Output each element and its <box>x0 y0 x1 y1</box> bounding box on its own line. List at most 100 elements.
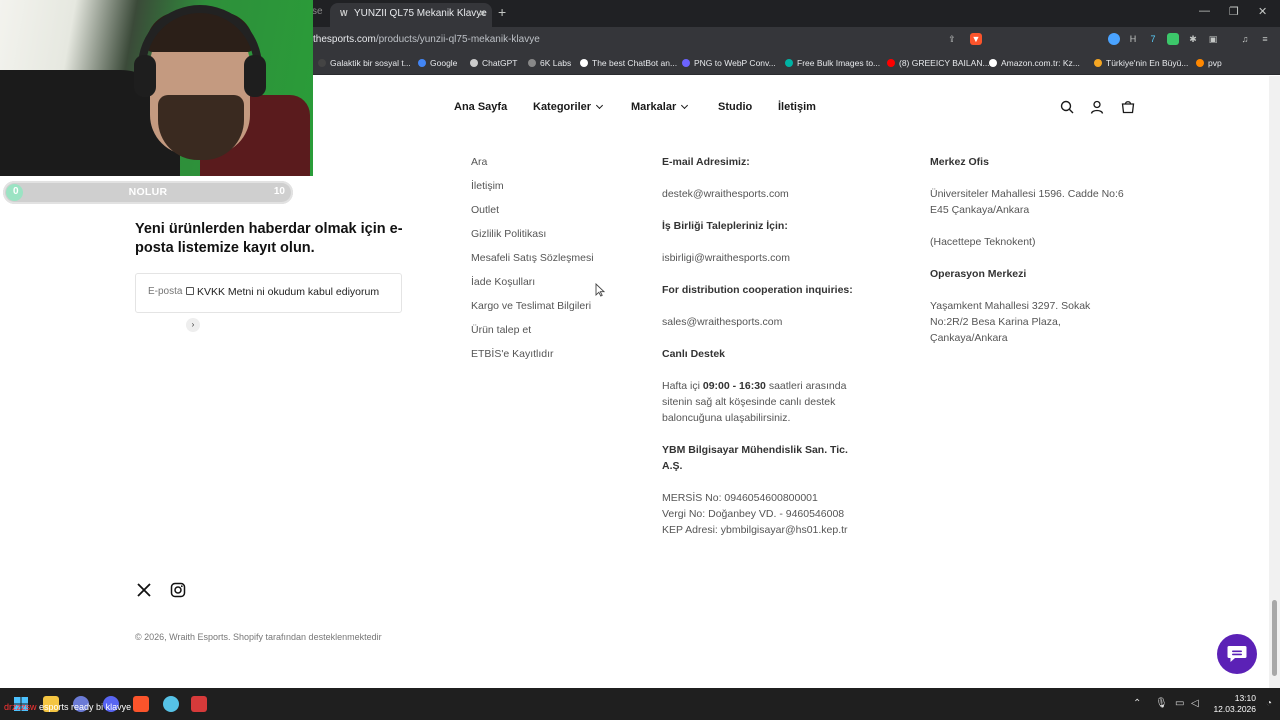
support-email[interactable]: destek@wraithesports.com <box>662 186 789 202</box>
footer-link-returns[interactable]: İade Koşulları <box>471 276 535 288</box>
media-icon[interactable]: ♫ <box>1239 33 1251 45</box>
nav-brands[interactable]: Markalar <box>631 101 689 113</box>
share-icon[interactable]: ⇪ <box>946 33 958 45</box>
restore-icon[interactable]: ❐ <box>1229 5 1239 18</box>
email-input[interactable] <box>148 286 190 297</box>
bookmark-item[interactable]: Free Bulk Images to... <box>785 58 880 68</box>
copyright-text: © 2026, Wraith Esports. Shopify tarafınd… <box>135 632 382 642</box>
nav-studio[interactable]: Studio <box>718 101 752 113</box>
hq-address: (Hacettepe Teknokent) <box>930 236 1036 248</box>
bookmark-favicon-icon <box>418 59 426 67</box>
bookmark-favicon-icon <box>989 59 997 67</box>
cart-icon[interactable] <box>1121 100 1135 114</box>
tab-close-icon[interactable]: × <box>479 6 486 20</box>
x-twitter-icon[interactable] <box>136 582 152 598</box>
extension-h-icon[interactable]: H <box>1127 33 1139 45</box>
partnership-email[interactable]: isbirligi@wraithesports.com <box>662 250 790 266</box>
bookmark-item[interactable]: ChatGPT <box>470 58 517 68</box>
live-support-text: Hafta içi 09:00 - 16:30 saatleri arasınd… <box>662 380 847 392</box>
extensions-puzzle-icon[interactable]: ✱ <box>1187 33 1199 45</box>
tab-title: YUNZII QL75 Mekanik Klavye <box>354 8 487 19</box>
network-icon[interactable]: ▭ <box>1175 698 1184 709</box>
bookmark-item[interactable]: pvp <box>1196 58 1222 68</box>
live-chat-button[interactable] <box>1217 634 1257 674</box>
kvkk-consent[interactable]: KVKK Metni ni okudum kabul ediyorum <box>186 286 379 298</box>
bookmark-item[interactable]: (8) GREEICY BAILAN... <box>887 58 990 68</box>
bookmark-label: Türkiye'nin En Büyü... <box>1106 58 1189 68</box>
newsletter-submit-button[interactable]: › <box>186 318 200 332</box>
nav-categories[interactable]: Kategoriler <box>533 101 604 113</box>
volume-icon[interactable]: ◁ <box>1191 698 1199 709</box>
bookmark-label: The best ChatBot an... <box>592 58 678 68</box>
bookmark-label: (8) GREEICY BAILAN... <box>899 58 990 68</box>
bookmark-label: PNG to WebP Conv... <box>694 58 776 68</box>
mersis-number: MERSİS No: 0946054600800001 <box>662 492 818 504</box>
extension-7-icon[interactable]: 7 <box>1147 33 1159 45</box>
bookmark-item[interactable]: Türkiye'nin En Büyü... <box>1094 58 1188 68</box>
brave-browser-icon[interactable] <box>133 696 149 712</box>
bookmark-label: 6K Labs <box>540 58 572 68</box>
minimize-icon[interactable]: — <box>1199 5 1210 17</box>
tab-favicon-icon: W <box>340 9 348 18</box>
footer-link-privacy[interactable]: Gizlilik Politikası <box>471 228 546 240</box>
kep-address: KEP Adresi: ybmbilgisayar@hs01.kep.tr <box>662 524 848 536</box>
footer-link-shipping[interactable]: Kargo ve Teslimat Bilgileri <box>471 300 591 312</box>
bookmark-item[interactable]: Galaktik bir sosyal t... <box>318 58 411 68</box>
live-support-text: baloncuğuna ulaşabilirsiniz. <box>662 412 791 424</box>
tray-chevron-up-icon[interactable]: ⌃ <box>1133 698 1141 709</box>
footer-link-sales-contract[interactable]: Mesafeli Satış Sözleşmesi <box>471 252 594 264</box>
microphone-icon[interactable]: 🎙 <box>1155 698 1168 709</box>
active-tab[interactable]: W YUNZII QL75 Mekanik Klavye × <box>330 3 492 27</box>
new-tab-icon[interactable]: + <box>498 4 506 20</box>
account-icon[interactable] <box>1090 100 1104 114</box>
nav-home[interactable]: Ana Sayfa <box>454 101 507 113</box>
close-window-icon[interactable]: ✕ <box>1258 5 1267 18</box>
company-name: YBM Bilgisayar Mühendislik San. Tic. <box>662 444 848 456</box>
address-bar[interactable]: thesports.com/products/yunzii-ql75-mekan… <box>313 34 540 45</box>
bookmark-label: Galaktik bir sosyal t... <box>330 58 411 68</box>
kvkk-checkbox[interactable] <box>186 287 194 295</box>
bookmark-favicon-icon <box>470 59 478 67</box>
obs-app-icon[interactable] <box>191 696 207 712</box>
newsletter-form: KVKK Metni ni okudum kabul ediyorum <box>135 273 402 313</box>
stream-ticker: drzzzsw esports ready bi klavye <box>4 702 132 712</box>
footer-link-search[interactable]: Ara <box>471 156 487 168</box>
bookmark-favicon-icon <box>1094 59 1102 67</box>
bookmark-item[interactable]: The best ChatBot an... <box>580 58 677 68</box>
bookmark-favicon-icon <box>318 59 326 67</box>
sidebar-icon[interactable]: ▣ <box>1207 33 1219 45</box>
notification-icon[interactable]: ◔ <box>1266 698 1272 709</box>
page-scrollbar-thumb[interactable] <box>1272 600 1277 676</box>
instagram-icon[interactable] <box>170 582 186 598</box>
live-support-heading: Canlı Destek <box>662 348 726 360</box>
page-scrollbar[interactable] <box>1269 76 1280 688</box>
bookmark-item[interactable]: Amazon.com.tr: Kz... <box>989 58 1080 68</box>
bookmark-label: Free Bulk Images to... <box>797 58 881 68</box>
extension-blue-icon[interactable] <box>1108 33 1120 45</box>
search-icon[interactable] <box>1060 100 1074 114</box>
system-clock[interactable]: 13:10 12.03.2026 <box>1206 693 1256 715</box>
bookmark-label: Google <box>430 58 458 68</box>
bookmark-item[interactable]: 6K Labs <box>528 58 571 68</box>
footer-link-etbis[interactable]: ETBİS'e Kayıtlıdır <box>471 348 554 360</box>
newsletter-title: Yeni ürünlerden haberdar olmak için e-po… <box>135 221 403 256</box>
distribution-email[interactable]: sales@wraithesports.com <box>662 314 782 330</box>
inactive-tab[interactable]: se <box>312 6 323 17</box>
nav-contact[interactable]: İletişim <box>778 101 816 113</box>
url-domain: thesports.com <box>313 34 376 45</box>
menu-icon[interactable]: ≡ <box>1259 33 1271 45</box>
extension-green-icon[interactable] <box>1167 33 1179 45</box>
bookmark-item[interactable]: Google <box>418 58 457 68</box>
footer-link-product-request[interactable]: Ürün talep et <box>471 324 531 336</box>
partnership-heading: İş Birliği Talepleriniz İçin: <box>662 220 788 232</box>
brave-shield-icon[interactable]: ▼ <box>970 33 982 45</box>
app-icon[interactable] <box>163 696 179 712</box>
distribution-heading: For distribution cooperation inquiries: <box>662 284 853 296</box>
chat-icon <box>1227 646 1247 662</box>
goal-progress-bar: 0 NOLUR 10 <box>3 181 293 204</box>
bookmark-item[interactable]: PNG to WebP Conv... <box>682 58 776 68</box>
bookmark-favicon-icon <box>682 59 690 67</box>
footer-link-outlet[interactable]: Outlet <box>471 204 499 216</box>
footer-link-contact[interactable]: İletişim <box>471 180 504 192</box>
bookmark-favicon-icon <box>887 59 895 67</box>
